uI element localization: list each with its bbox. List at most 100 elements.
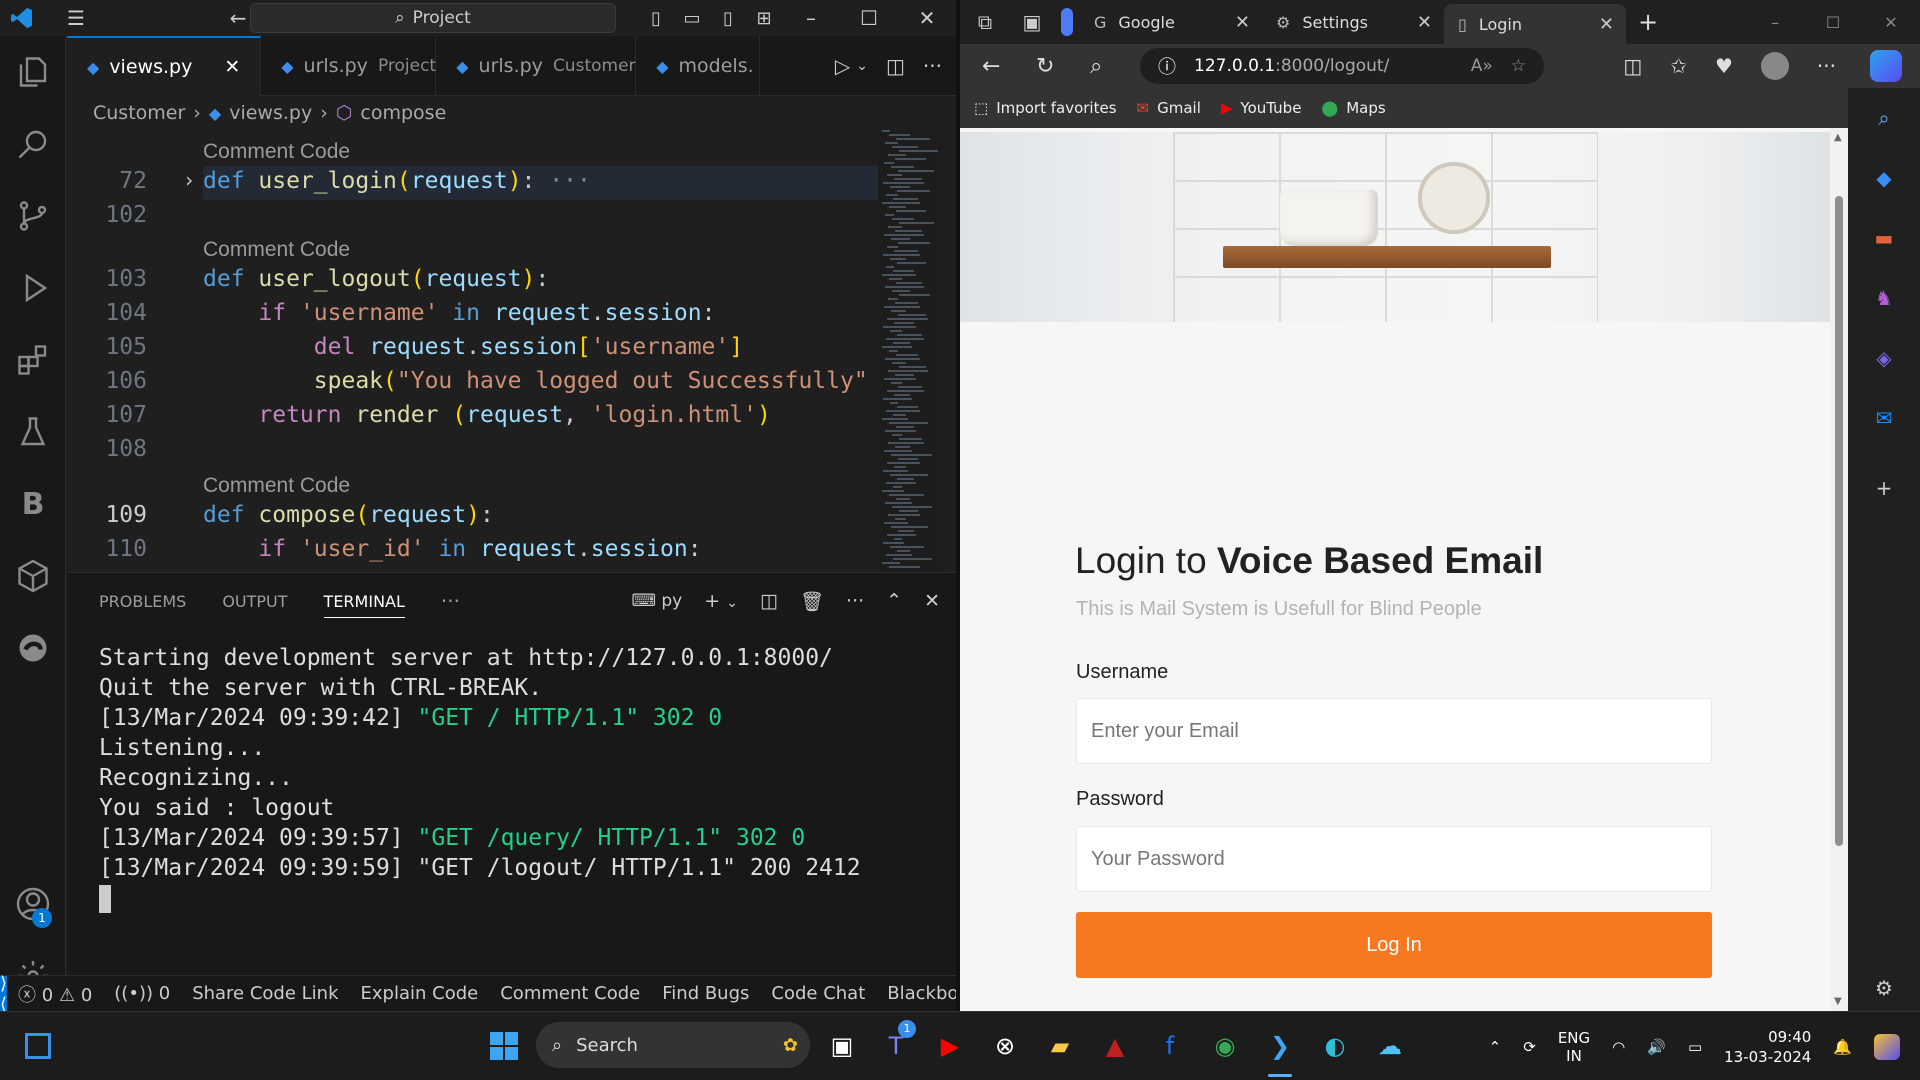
favorite-star-icon[interactable]: ☆ <box>1511 56 1526 76</box>
minimize-button[interactable]: – <box>782 6 840 30</box>
split-terminal-icon[interactable]: ◫ <box>760 590 778 612</box>
accounts-icon[interactable] <box>0 868 66 940</box>
more-tabs-icon[interactable]: ··· <box>441 589 460 613</box>
breadcrumb-folder[interactable]: Customer <box>93 102 185 124</box>
close-panel-icon[interactable]: ✕ <box>924 590 940 612</box>
more-options-icon[interactable]: ··· <box>1817 54 1836 78</box>
breadcrumb-symbol[interactable]: compose <box>360 102 446 124</box>
code-editor[interactable]: Comment Code 72 › def user_login(request… <box>67 130 879 572</box>
terminal-shell[interactable]: ⌨ py <box>631 591 682 611</box>
run-icon[interactable]: ▷ <box>835 54 850 78</box>
blackbox-icon[interactable]: B <box>0 468 66 540</box>
search-icon[interactable] <box>0 108 66 180</box>
run-debug-icon[interactable] <box>0 252 66 324</box>
language-indicator[interactable]: ENG IN <box>1558 1029 1590 1065</box>
back-arrow-icon[interactable]: ← <box>982 54 1000 79</box>
minimap[interactable] <box>878 130 942 572</box>
start-icon[interactable] <box>484 1026 524 1066</box>
info-icon[interactable]: ⓘ <box>1158 53 1176 79</box>
vscode-taskbar-icon[interactable]: ❯ <box>1260 1026 1300 1066</box>
close-tab-icon[interactable]: ✕ <box>1235 12 1250 33</box>
status-code-chat[interactable]: Code Chat <box>760 983 876 1004</box>
new-tab-icon[interactable]: + <box>1626 8 1670 36</box>
status-explain-code[interactable]: Explain Code <box>350 983 490 1004</box>
minimize-button[interactable]: – <box>1746 13 1804 32</box>
remote-explorer-icon[interactable] <box>0 540 66 612</box>
toggle-panel-icon[interactable]: ▭ <box>674 8 710 29</box>
status-find-bugs[interactable]: Find Bugs <box>651 983 760 1004</box>
panel-tab-output[interactable]: OUTPUT <box>222 592 287 611</box>
import-favorites[interactable]: ⬚ Import favorites <box>974 99 1117 117</box>
favorite-youtube[interactable]: ▶ YouTube <box>1221 99 1302 117</box>
status-share-code-link[interactable]: Share Code Link <box>181 983 349 1004</box>
read-aloud-icon[interactable]: A» <box>1471 56 1493 76</box>
workspaces-icon[interactable]: ⧉ <box>960 10 1010 34</box>
shopping-tag-icon[interactable]: ◆ <box>1864 158 1904 198</box>
task-view-icon[interactable]: ▣ <box>822 1026 862 1066</box>
close-tab-icon[interactable]: ✕ <box>224 56 240 78</box>
chrome-icon[interactable]: ◉ <box>1205 1026 1245 1066</box>
edge-taskbar-icon[interactable]: ◐ <box>1315 1026 1355 1066</box>
remote-icon[interactable]: ⟩⟨ <box>0 973 8 1015</box>
taskbar-search[interactable]: ⌕ Search ✿ <box>536 1022 810 1068</box>
source-control-icon[interactable] <box>0 180 66 252</box>
snap-widget-icon[interactable] <box>18 1026 58 1066</box>
tab-views-py[interactable]: ◆ views.py ✕ <box>67 36 262 96</box>
code-lens-comment[interactable]: Comment Code <box>203 474 350 498</box>
code-lens-comment[interactable]: Comment Code <box>203 238 350 262</box>
menu-icon[interactable]: ☰ <box>58 0 94 36</box>
status-comment-code[interactable]: Comment Code <box>489 983 651 1004</box>
sync-icon[interactable]: ⟳ <box>1523 1038 1536 1056</box>
volume-icon[interactable]: 🔊 <box>1647 1038 1666 1056</box>
tray-overflow-icon[interactable]: ⌃ <box>1489 1038 1502 1056</box>
maximize-button[interactable]: ☐ <box>840 6 898 30</box>
more-actions-icon[interactable]: ··· <box>923 54 942 78</box>
problems-status[interactable]: ⓧ 0 ⚠ 0 <box>7 981 103 1007</box>
address-bar[interactable]: ⓘ 127.0.0.1:8000/logout/ A» ☆ <box>1140 48 1544 84</box>
extensions-icon[interactable] <box>0 324 66 396</box>
code-lens-comment[interactable]: Comment Code <box>203 140 350 164</box>
panel-tab-terminal[interactable]: TERMINAL <box>323 584 405 618</box>
tab-actions-icon[interactable]: ▣ <box>1010 10 1054 34</box>
file-explorer-icon[interactable]: ▰ <box>1040 1026 1080 1066</box>
trash-icon[interactable]: 🗑 <box>800 590 824 613</box>
tab-models-py[interactable]: ◆ models. <box>636 36 761 96</box>
battery-icon[interactable]: ▭ <box>1688 1038 1702 1056</box>
games-icon[interactable]: ♞ <box>1864 278 1904 318</box>
toggle-secondary-sidebar-icon[interactable]: ▯ <box>710 8 746 29</box>
split-editor-icon[interactable]: ◫ <box>886 54 905 78</box>
chevron-down-icon[interactable]: ⌄ <box>856 58 868 74</box>
layout-icon[interactable]: ⊞ <box>746 8 782 29</box>
notification-bell-icon[interactable]: 🔔 <box>1833 1038 1852 1056</box>
login-button[interactable]: Log In <box>1076 912 1712 978</box>
terminal-output[interactable]: Starting development server at http://12… <box>99 643 861 913</box>
command-center[interactable]: ⌕ Project <box>250 3 616 33</box>
microsoft-365-icon[interactable]: ◈ <box>1864 338 1904 378</box>
close-tab-icon[interactable]: ✕ <box>1599 14 1614 35</box>
scroll-down-icon[interactable]: ▼ <box>1834 996 1842 1007</box>
username-input[interactable] <box>1076 698 1712 764</box>
favorite-maps[interactable]: ⬤ Maps <box>1321 99 1385 117</box>
profile-avatar[interactable] <box>1760 52 1789 80</box>
add-sidebar-icon[interactable]: + <box>1864 468 1904 508</box>
split-screen-icon[interactable]: ◫ <box>1623 54 1642 78</box>
toggle-sidebar-icon[interactable]: ▯ <box>638 8 674 29</box>
new-terminal-icon[interactable]: + ⌄ <box>704 590 738 612</box>
sidebar-pill-icon[interactable] <box>1054 8 1080 36</box>
fold-chevron-icon[interactable]: › <box>183 168 195 192</box>
breadcrumb-file[interactable]: views.py <box>229 102 312 124</box>
tab-urls-py-project[interactable]: ◆ urls.py Project <box>261 36 437 96</box>
tab-urls-py-customer[interactable]: ◆ urls.py Customer <box>436 36 637 96</box>
clock[interactable]: 09:40 13-03-2024 <box>1724 1027 1811 1067</box>
search-icon[interactable]: ⌕ <box>1864 98 1904 138</box>
testing-icon[interactable] <box>0 396 66 468</box>
scrollbar-thumb[interactable] <box>1835 196 1843 846</box>
browser-tab-google[interactable]: G Google ✕ <box>1080 4 1262 40</box>
wifi-icon[interactable]: ◠ <box>1612 1038 1625 1056</box>
maximize-panel-icon[interactable]: ⌃ <box>886 590 902 612</box>
tools-briefcase-icon[interactable]: ▬ <box>1864 218 1904 258</box>
app-red-icon[interactable]: ▲ <box>1095 1026 1135 1066</box>
copilot-icon[interactable] <box>1870 50 1902 82</box>
search-icon[interactable]: ⌕ <box>1090 54 1102 79</box>
browser-essentials-icon[interactable]: ♥ <box>1715 54 1733 78</box>
